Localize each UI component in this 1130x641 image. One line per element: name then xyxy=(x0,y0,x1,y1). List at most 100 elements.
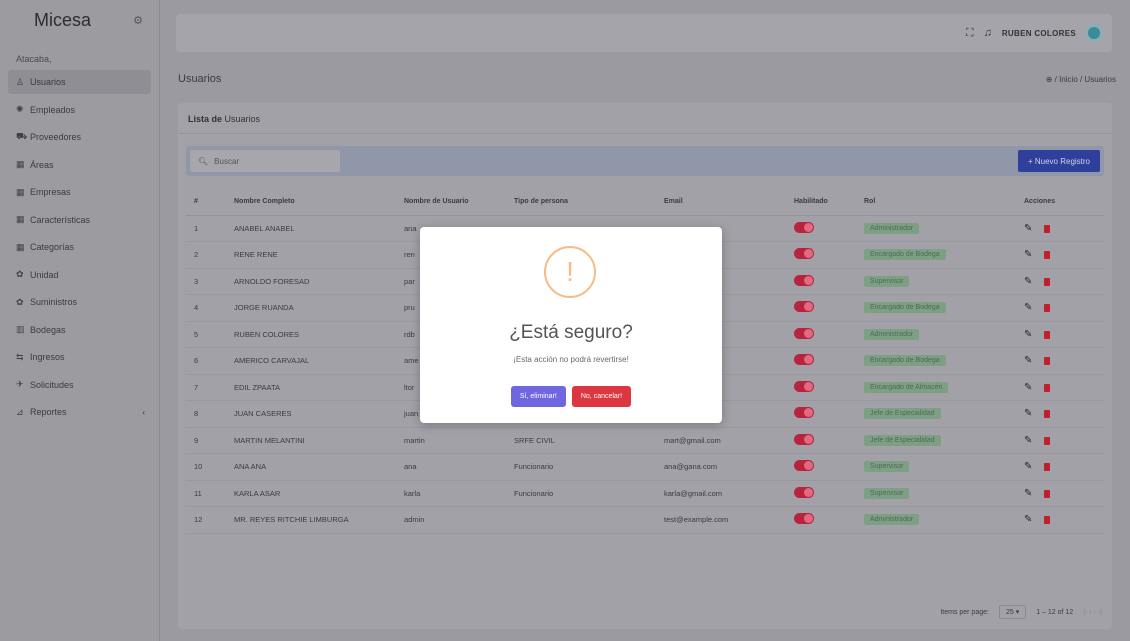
cell-actions: ✎ xyxy=(1016,374,1104,401)
sidebar-item-bodegas[interactable]: ▥ Bodegas xyxy=(8,318,151,342)
edit-icon[interactable]: ✎ xyxy=(1024,223,1032,234)
edit-icon[interactable]: ✎ xyxy=(1024,382,1032,393)
edit-icon[interactable]: ✎ xyxy=(1024,302,1032,313)
cell-role: Encargado de Bodega xyxy=(856,294,1016,322)
cancel-button[interactable]: No, cancelar! xyxy=(571,386,632,407)
column-header: # xyxy=(186,189,226,216)
new-record-button[interactable]: + Nuevo Registro xyxy=(1017,150,1100,172)
delete-icon[interactable] xyxy=(1044,251,1051,260)
delete-icon[interactable] xyxy=(1044,277,1051,286)
enabled-toggle[interactable] xyxy=(794,301,814,313)
sidebar-item-caracteristicas[interactable]: ▦ Características xyxy=(8,208,151,232)
column-header: Habilitado xyxy=(786,189,856,216)
cell-name: ARNOLDO FORESAD xyxy=(226,268,396,295)
sidebar-item-label: Empresas xyxy=(30,187,71,197)
dialog-text: ¡Esta acción no podrá revertirse! xyxy=(513,355,629,364)
sidebar-subtitle: Atacaba, xyxy=(16,54,52,64)
delete-icon[interactable] xyxy=(1044,330,1051,339)
items-per-page-label: Items per page: xyxy=(940,608,989,616)
edit-icon[interactable]: ✎ xyxy=(1024,249,1032,260)
sidebar-item-proveedores[interactable]: ⛟ Proveedores xyxy=(8,125,151,149)
cell-email: ana@gana.com xyxy=(656,453,786,481)
pagination-nav[interactable]: |‹ ‹ › ›| xyxy=(1083,609,1102,616)
fullscreen-icon[interactable]: ⛶ xyxy=(966,27,974,40)
chart-icon: ⊿ xyxy=(16,406,24,417)
confirm-dialog: ! ¿Está seguro? ¡Esta acción no podrá re… xyxy=(420,227,722,423)
cell-user: karla xyxy=(396,480,506,507)
cell-n: 5 xyxy=(186,321,226,348)
settings-icon[interactable]: ⚙ xyxy=(133,14,143,27)
delete-icon[interactable] xyxy=(1044,383,1051,392)
delete-icon[interactable] xyxy=(1044,489,1051,498)
sidebar-item-label: Categorías xyxy=(30,242,75,252)
edit-icon[interactable]: ✎ xyxy=(1024,514,1032,525)
cell-role: Administrador xyxy=(856,506,1016,534)
avatar[interactable] xyxy=(1086,25,1102,41)
delete-icon[interactable] xyxy=(1044,463,1051,472)
sidebar-item-solicitudes[interactable]: ✈ Solicitudes xyxy=(8,373,151,397)
cell-n: 9 xyxy=(186,427,226,454)
notification-icon[interactable]: ♫ xyxy=(984,27,992,39)
enabled-toggle[interactable] xyxy=(794,274,814,286)
items-per-page-select[interactable]: 25 ▾ xyxy=(998,605,1027,619)
delete-icon[interactable] xyxy=(1044,224,1051,233)
cell-type xyxy=(506,506,656,534)
delete-icon[interactable] xyxy=(1044,436,1051,445)
cell-n: 7 xyxy=(186,374,226,401)
edit-icon[interactable]: ✎ xyxy=(1024,355,1032,366)
enabled-toggle[interactable] xyxy=(794,407,814,419)
sidebar-item-empresas[interactable]: ▦ Empresas xyxy=(8,180,151,204)
role-badge: Supervisor xyxy=(864,487,910,499)
enabled-toggle[interactable] xyxy=(794,486,814,498)
sidebar-item-areas[interactable]: ▦ Áreas xyxy=(8,153,151,177)
sidebar-item-usuarios[interactable]: ♙ Usuarios xyxy=(8,70,151,94)
table-row: 12 MR. REYES RITCHIE LIMBURGA admin test@ex… xyxy=(186,506,1104,534)
sidebar-item-suministros[interactable]: ✿ Suministros xyxy=(8,290,151,314)
cell-type: SRFE CIVIL xyxy=(506,427,656,454)
sidebar-item-label: Características xyxy=(30,214,91,225)
sidebar-item-label: Unidad xyxy=(30,269,59,280)
delete-icon[interactable] xyxy=(1044,357,1051,366)
sidebar-item-categorias[interactable]: ▦ Categorías xyxy=(8,235,151,259)
enabled-toggle[interactable] xyxy=(794,460,814,472)
edit-icon[interactable]: ✎ xyxy=(1024,435,1032,446)
cell-role: Administrador xyxy=(856,321,1016,348)
sidebar: Micesa ⚙ Atacaba, ♙ Usuarios ✺ Empleados ⛟ Pr… xyxy=(0,0,160,641)
enabled-toggle[interactable] xyxy=(794,433,814,445)
cell-enabled xyxy=(786,400,856,428)
cell-n: 10 xyxy=(186,453,226,481)
enabled-toggle[interactable] xyxy=(794,221,814,233)
cell-type: Funcionario xyxy=(506,480,656,507)
delete-icon[interactable] xyxy=(1044,516,1051,525)
sidebar-item-empleados[interactable]: ✺ Empleados xyxy=(8,98,151,122)
items-per-page-value: 25 xyxy=(1005,609,1014,616)
sidebar-item-ingresos[interactable]: ⇆ Ingresos xyxy=(8,345,151,369)
sidebar-item-reportes[interactable]: ⊿ Reportes ‹ xyxy=(8,400,151,424)
username[interactable]: RUBEN COLORES xyxy=(1002,29,1076,38)
sidebar-item-label: Bodegas xyxy=(30,324,66,335)
search-input[interactable]: 🔍︎ Buscar xyxy=(190,150,340,172)
edit-icon[interactable]: ✎ xyxy=(1024,488,1032,499)
cell-name: ANA ANA xyxy=(226,453,396,481)
enabled-toggle[interactable] xyxy=(794,513,814,525)
enabled-toggle[interactable] xyxy=(794,380,814,392)
delete-icon[interactable] xyxy=(1044,410,1051,419)
enabled-toggle[interactable] xyxy=(794,248,814,260)
cell-role: Encargado de Bodega xyxy=(856,347,1016,375)
edit-icon[interactable]: ✎ xyxy=(1024,329,1032,340)
edit-icon[interactable]: ✎ xyxy=(1024,408,1032,419)
enabled-toggle[interactable] xyxy=(794,354,814,366)
cell-enabled xyxy=(786,294,856,322)
cell-enabled xyxy=(786,427,856,454)
cell-actions: ✎ xyxy=(1016,453,1104,481)
column-header: Email xyxy=(656,189,786,216)
enabled-toggle[interactable] xyxy=(794,327,814,339)
sidebar-item-label: Ingresos xyxy=(30,352,65,362)
edit-icon[interactable]: ✎ xyxy=(1024,276,1032,287)
warning-icon: ! xyxy=(544,246,596,298)
sidebar-item-unidad[interactable]: ✿ Unidad xyxy=(8,263,151,287)
card-title: Lista de Usuarios xyxy=(188,114,260,124)
edit-icon[interactable]: ✎ xyxy=(1024,461,1032,472)
confirm-delete-button[interactable]: Sí, eliminar! xyxy=(510,386,566,407)
delete-icon[interactable] xyxy=(1044,304,1051,313)
